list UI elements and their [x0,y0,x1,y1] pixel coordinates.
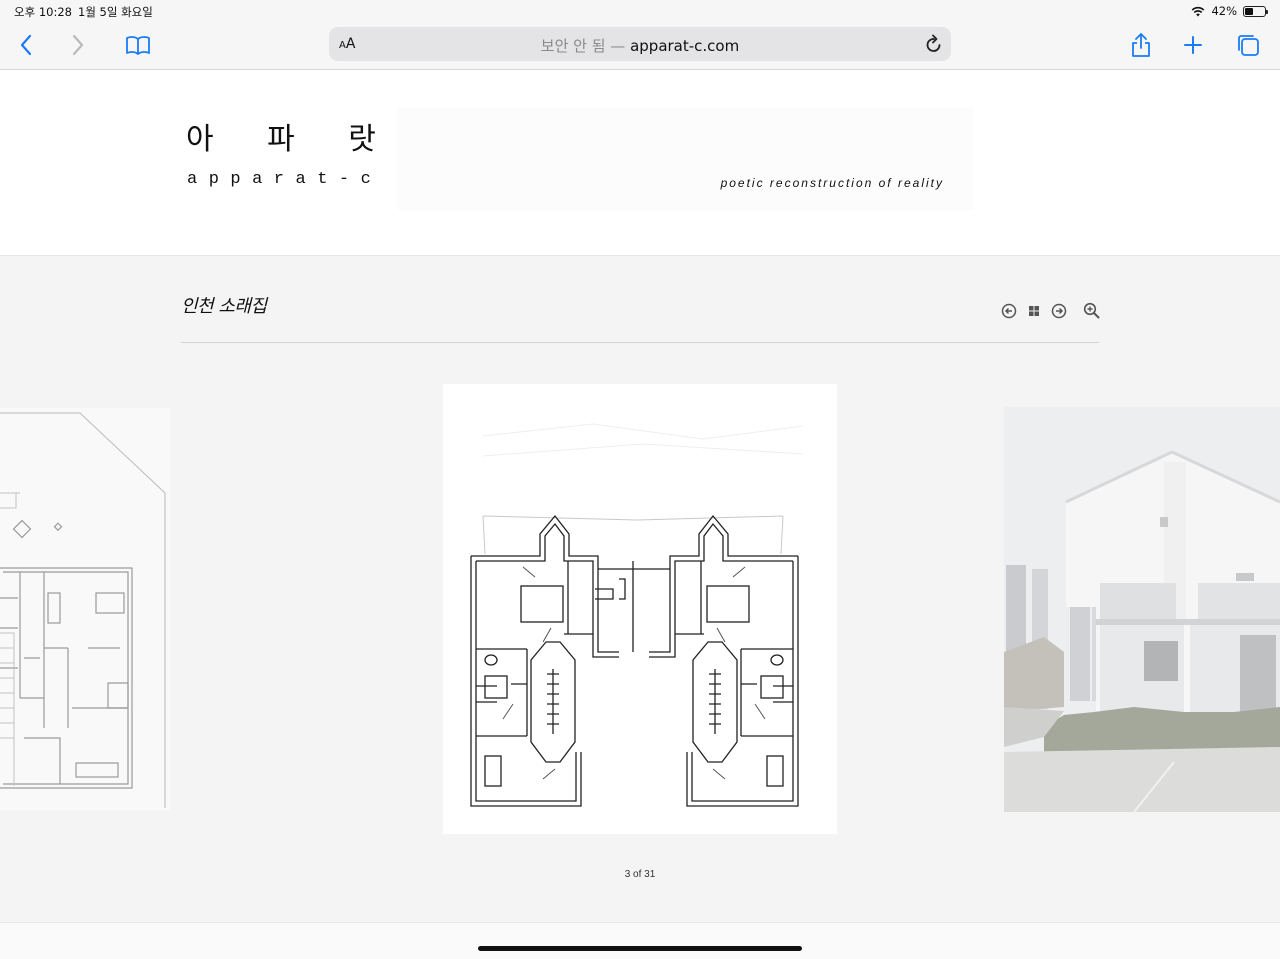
plus-icon [1184,36,1202,54]
wifi-icon [1192,6,1205,16]
url-security-label: 보안 안 됨 [540,37,606,55]
floor-plan-drawing [0,412,166,808]
next-image-button[interactable] [1050,302,1067,319]
site-header: 아 파 랏 . 체 apparat-c poetic reconstructio… [0,70,1280,256]
floor-plan-drawing [470,423,804,807]
grid-icon [1028,305,1039,316]
tabs-icon [1238,35,1259,56]
battery-fill [1245,7,1253,15]
prev-image-button[interactable] [1000,302,1017,319]
browser-toolbar: AA 보안 안 됨 — apparat-c.com [0,22,1280,70]
site-tagline: poetic reconstruction of reality [720,176,944,190]
gallery-controls [1000,302,1100,319]
share-icon [1132,33,1150,57]
status-date: 1월 5일 화요일 [78,5,153,19]
battery-icon [1243,5,1268,17]
arrow-right-circle-icon [1051,303,1066,318]
tabs-button[interactable] [1232,29,1264,61]
slide-counter: 3 of 31 [624,869,656,880]
address-bar[interactable]: AA 보안 안 됨 — apparat-c.com [329,27,951,61]
bookmarks-button[interactable] [122,29,154,61]
battery-percent: 42% [1211,4,1237,18]
site-logo-english[interactable]: apparat-c [187,170,382,189]
gallery-title: 인천 소래집 [181,296,267,317]
share-button[interactable] [1125,29,1157,61]
page-footer-strip [0,922,1280,959]
gallery-divider [181,342,1099,343]
reload-button[interactable] [925,34,943,58]
back-button[interactable] [10,29,42,61]
status-right: 42% [1191,4,1268,18]
current-slide-image[interactable] [443,384,837,834]
house-photo [1004,407,1280,812]
new-tab-button[interactable] [1177,29,1209,61]
chevron-left-icon [20,34,32,56]
zoom-in-icon [1083,302,1100,319]
chevron-right-icon [72,34,84,56]
next-slide-image[interactable] [1004,407,1280,812]
status-bar: 오후 10:28 1월 5일 화요일 42% [0,0,1280,22]
status-time: 오후 10:28 [14,5,72,19]
reload-icon [926,34,941,52]
url-domain: apparat-c.com [630,37,740,55]
grid-view-button[interactable] [1025,302,1042,319]
header-banner: poetic reconstruction of reality [398,108,974,210]
forward-button[interactable] [62,29,94,61]
previous-slide-image[interactable] [0,408,170,810]
home-indicator[interactable] [478,946,802,951]
zoom-button[interactable] [1083,302,1100,319]
url-separator: — [610,37,626,55]
url-text: 보안 안 됨 — apparat-c.com [329,35,951,56]
book-icon [126,36,150,55]
arrow-left-circle-icon [1001,303,1016,318]
